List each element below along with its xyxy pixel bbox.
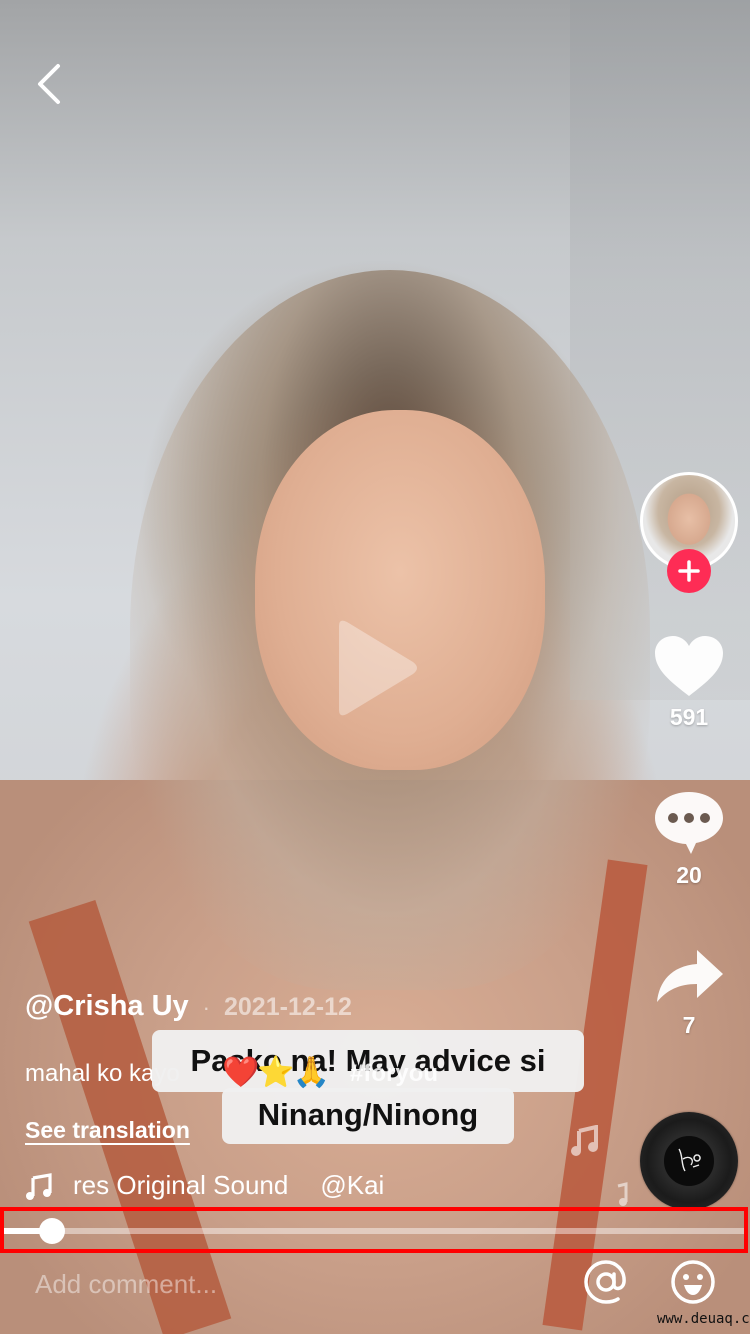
- see-translation-link[interactable]: See translation: [25, 1117, 190, 1144]
- date-separator: ·: [202, 995, 210, 1020]
- plus-icon: [678, 560, 700, 582]
- heart-icon: [655, 636, 723, 696]
- emoji-button[interactable]: [669, 1258, 717, 1306]
- back-button[interactable]: [30, 60, 70, 108]
- signature-logo-icon: [678, 1148, 701, 1172]
- share-count: 7: [682, 1012, 696, 1038]
- music-note-icon: [617, 1182, 628, 1206]
- caption-emojis: ❤️⭐🙏: [222, 1056, 330, 1089]
- sound-link[interactable]: res Original Sound @Kai: [25, 1170, 384, 1201]
- comment-button[interactable]: 20: [640, 788, 738, 889]
- music-disc-button[interactable]: [640, 1112, 738, 1210]
- share-button[interactable]: 7: [640, 946, 738, 1039]
- watermark: www.deuaq.com: [657, 1311, 750, 1327]
- comment-input[interactable]: [35, 1262, 555, 1306]
- author-username[interactable]: @Crisha Uy: [25, 990, 189, 1023]
- share-arrow-icon: [657, 950, 723, 1002]
- like-button[interactable]: 591: [640, 634, 738, 731]
- sound-title: res Original Sound: [73, 1170, 289, 1200]
- progress-bar-highlight-box: [0, 1207, 748, 1253]
- hashtag-link[interactable]: #foryou: [350, 1060, 438, 1088]
- post-date: 2021-12-12: [224, 993, 352, 1021]
- comment-count: 20: [676, 862, 702, 888]
- music-disc-icon: [662, 1134, 716, 1188]
- sticker-line-2: Ninang/Ninong: [222, 1088, 514, 1144]
- sound-author: @Kai: [320, 1170, 385, 1200]
- like-count: 591: [669, 704, 709, 730]
- chevron-left-icon: [38, 64, 60, 104]
- smiley-icon: [671, 1260, 715, 1304]
- at-sign-icon: [584, 1260, 626, 1304]
- play-button[interactable]: [333, 618, 419, 718]
- mention-button[interactable]: [582, 1258, 630, 1306]
- creator-avatar-group: [640, 472, 738, 593]
- post-meta: @Crisha Uy · 2021-12-12: [25, 990, 352, 1023]
- music-note-icon: [26, 1172, 52, 1200]
- comment-bubble-icon: [655, 792, 723, 854]
- video-screen: 591 20 7 @Crisha Uy · 2021-12-12 mahal k…: [0, 0, 750, 1334]
- music-note-icon: [571, 1125, 598, 1156]
- play-icon: [339, 620, 417, 716]
- follow-button[interactable]: [667, 549, 711, 593]
